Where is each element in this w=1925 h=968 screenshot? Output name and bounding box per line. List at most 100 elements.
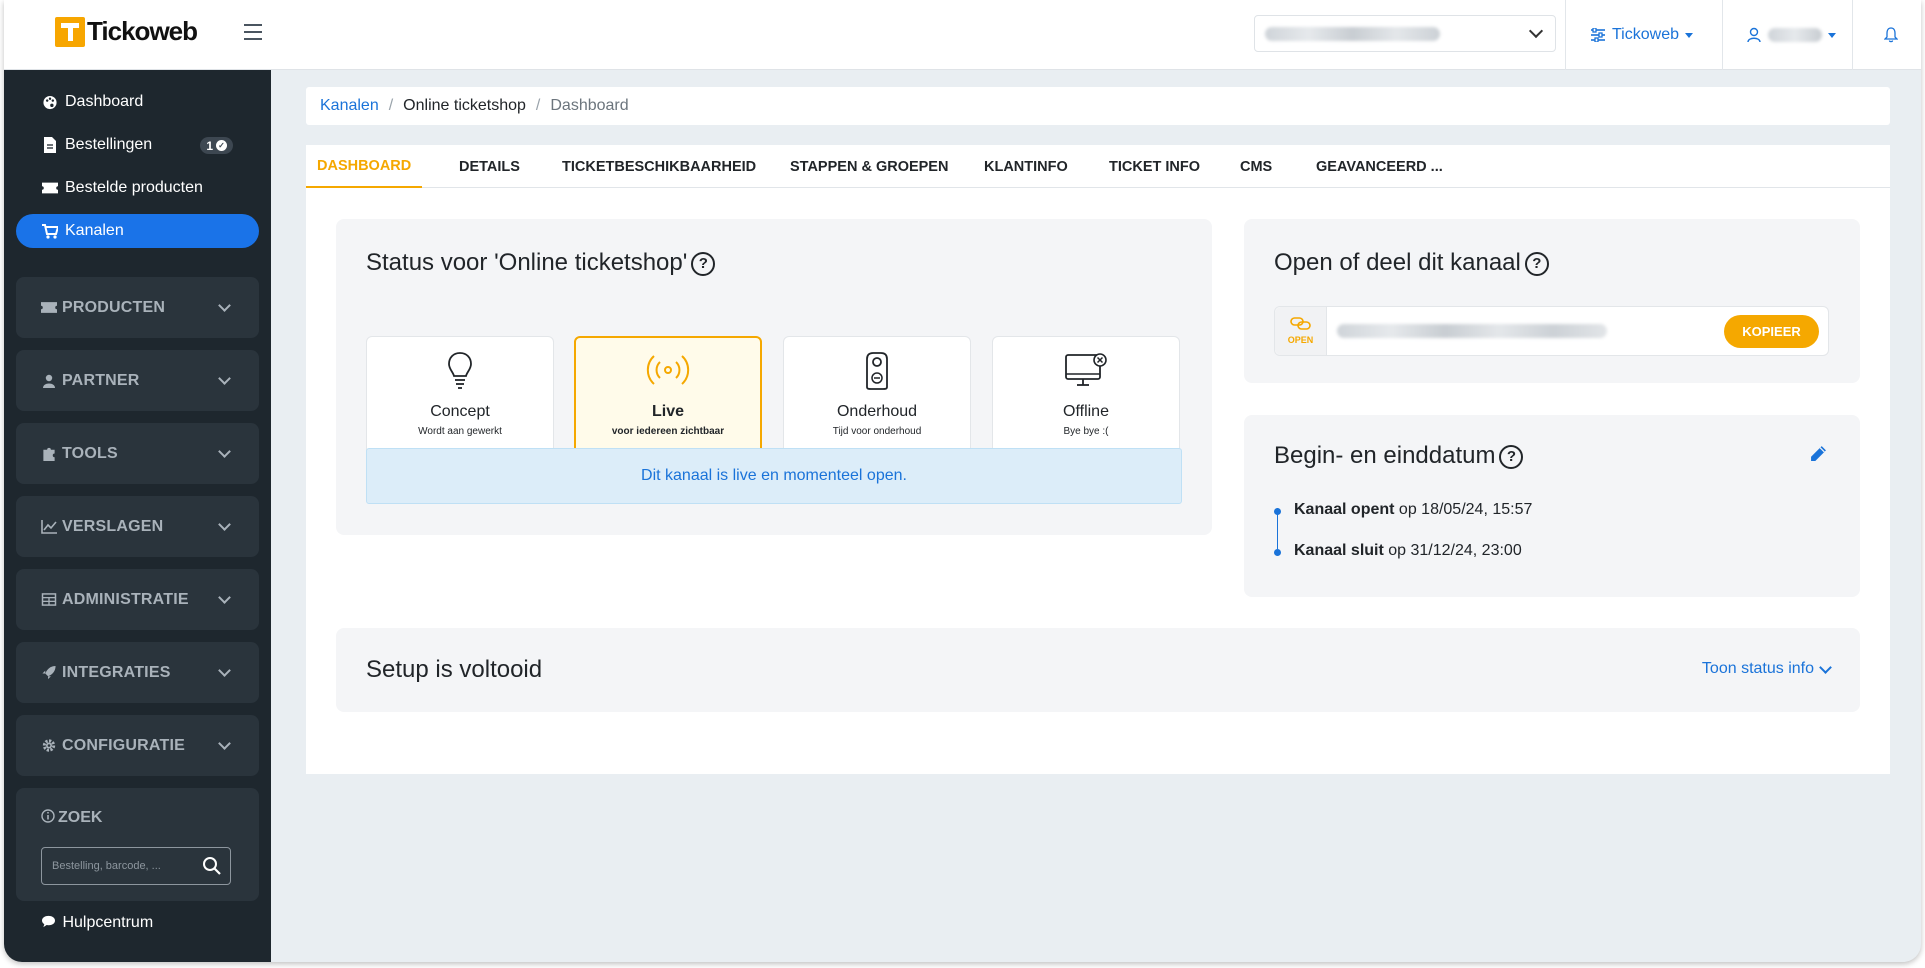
status-option-onderhoud[interactable]: Onderhoud Tijd voor onderhoud — [783, 336, 971, 457]
sidebar-item-dashboard[interactable]: Dashboard — [16, 85, 259, 119]
status-info-alert: Dit kanaal is live en momenteel open. — [366, 448, 1182, 504]
share-url-redacted — [1337, 324, 1607, 338]
tab-stappen-groepen[interactable]: STAPPEN & GROEPEN — [790, 145, 948, 188]
open-link-button[interactable]: OPEN — [1275, 307, 1327, 355]
sidebar-group-label: ADMINISTRATIE — [62, 590, 189, 608]
tab-content: Status voor 'Online ticketshop'? Concept… — [306, 188, 1890, 774]
caret-down-icon — [1828, 32, 1836, 38]
tab-cms[interactable]: CMS — [1240, 145, 1272, 188]
help-center-link[interactable]: Hulpcentrum — [41, 914, 153, 932]
divider — [1565, 0, 1566, 70]
breadcrumb: Kanalen / Online ticketshop / Dashboard — [306, 87, 1890, 125]
pencil-icon[interactable] — [1810, 445, 1827, 462]
cart-icon — [42, 223, 58, 239]
check-icon: ✓ — [216, 140, 227, 151]
search-icon[interactable] — [202, 856, 222, 876]
bell-icon — [1884, 27, 1898, 43]
caret-down-icon — [1684, 32, 1693, 38]
show-status-info-toggle[interactable]: Toon status info — [1701, 660, 1832, 678]
comment-icon — [42, 915, 55, 928]
channel-open-date: Kanaal opent op 18/05/24, 15:57 — [1294, 501, 1533, 518]
breadcrumb-channel[interactable]: Online ticketshop — [403, 97, 526, 115]
logo-icon — [55, 16, 85, 47]
help-circle-icon[interactable]: ? — [1499, 445, 1524, 469]
broadcast-icon — [646, 355, 690, 385]
notifications-button[interactable] — [1884, 0, 1898, 70]
setup-title: Setup is voltooid — [366, 656, 543, 683]
user-tie-icon — [43, 374, 55, 388]
tab-klantinfo[interactable]: KLANTINFO — [984, 145, 1068, 188]
status-option-live[interactable]: Live voor iedereen zichtbaar — [574, 336, 762, 457]
sidebar-group-verslagen[interactable]: VERSLAGEN — [16, 496, 259, 557]
status-card: Status voor 'Online ticketshop'? Concept… — [336, 219, 1212, 535]
tab-dashboard[interactable]: DASHBOARD — [306, 145, 423, 188]
breadcrumb-current-page: Dashboard — [550, 97, 629, 114]
sidebar-group-tools[interactable]: TOOLS — [16, 423, 259, 484]
sidebar-group-label: VERSLAGEN — [62, 517, 164, 535]
copy-link-button[interactable]: KOPIEER — [1724, 315, 1819, 348]
user-name-redacted — [1768, 28, 1822, 42]
show-status-info-label: Toon status info — [1701, 660, 1814, 677]
help-circle-icon[interactable]: ? — [1524, 252, 1549, 276]
table-icon — [41, 593, 57, 606]
user-icon — [1747, 27, 1761, 43]
app-logo[interactable]: Tickoweb — [55, 16, 198, 47]
dates-title: Begin- en einddatum? — [1274, 442, 1524, 470]
sliders-icon — [1591, 28, 1605, 42]
tab-geavanceerd[interactable]: GEAVANCEERD ... — [1316, 145, 1443, 188]
status-title: Status voor 'Online ticketshop'? — [366, 249, 716, 277]
tab-ticket-info[interactable]: TICKET INFO — [1109, 145, 1200, 188]
help-circle-icon[interactable]: ? — [691, 252, 716, 276]
status-option-subtitle: voor iedereen zichtbaar — [611, 426, 725, 437]
sidebar-group-integraties[interactable]: INTEGRATIES — [16, 642, 259, 703]
user-menu[interactable] — [1746, 0, 1836, 70]
sidebar-group-configuratie[interactable]: CONFIGURATIE — [16, 715, 259, 776]
breadcrumb-kanalen[interactable]: Kanalen — [320, 97, 379, 115]
chevron-down-icon — [218, 518, 231, 531]
rocket-icon — [42, 665, 56, 680]
menu-toggle-icon[interactable] — [244, 24, 262, 40]
setup-card: Setup is voltooid Toon status info — [336, 628, 1860, 712]
event-select[interactable] — [1254, 15, 1556, 52]
status-option-title: Onderhoud — [836, 403, 918, 420]
app-window: Tickoweb Tickoweb Dashboard Bestellingen… — [4, 0, 1921, 962]
sidebar-item-label: Bestellingen — [65, 136, 153, 153]
status-option-offline[interactable]: Offline Bye bye :( — [992, 336, 1180, 457]
sidebar-group-label: INTEGRATIES — [62, 663, 171, 681]
timeline-dot — [1274, 508, 1281, 515]
chevron-down-icon — [218, 591, 231, 604]
status-option-concept[interactable]: Concept Wordt aan gewerkt — [366, 336, 554, 457]
chevron-down-icon — [218, 299, 231, 312]
link-icon — [1290, 317, 1311, 330]
sidebar-item-bestelde-producten[interactable]: Bestelde producten — [16, 171, 259, 205]
breadcrumb-separator: / — [388, 97, 394, 114]
chart-line-icon — [41, 519, 57, 534]
organisation-menu-label: Tickoweb — [1612, 26, 1679, 43]
sidebar-group-label: PARTNER — [62, 371, 140, 389]
status-option-subtitle: Bye bye :( — [1063, 426, 1109, 437]
sidebar-item-kanalen[interactable]: Kanalen — [16, 214, 259, 248]
divider — [1852, 0, 1853, 70]
sidebar-group-administratie[interactable]: ADMINISTRATIE — [16, 569, 259, 630]
tab-details[interactable]: DETAILS — [459, 145, 520, 188]
share-title: Open of deel dit kanaal? — [1274, 249, 1549, 277]
search-input[interactable] — [42, 848, 192, 884]
tab-ticketbeschikbaarheid[interactable]: TICKETBESCHIKBAARHEID — [562, 145, 756, 188]
ticket-icon — [42, 182, 58, 194]
channel-close-date: Kanaal sluit op 31/12/24, 23:00 — [1294, 542, 1522, 559]
puzzle-icon — [43, 447, 55, 461]
status-option-title: Concept — [430, 403, 490, 420]
sidebar-group-label: TOOLS — [62, 444, 118, 462]
organisation-menu[interactable]: Tickoweb — [1590, 0, 1693, 70]
share-card: Open of deel dit kanaal? OPEN KOPIEER — [1244, 219, 1860, 383]
chevron-down-icon — [218, 445, 231, 458]
sidebar-group-producten[interactable]: PRODUCTEN — [16, 277, 259, 338]
sidebar-item-bestellingen[interactable]: Bestellingen 1 ✓ — [16, 128, 259, 162]
orders-count-badge: 1 ✓ — [200, 137, 233, 154]
status-option-subtitle: Wordt aan gewerkt — [418, 426, 502, 437]
info-icon — [41, 809, 55, 823]
gear-icon — [42, 739, 56, 752]
sidebar-group-partner[interactable]: PARTNER — [16, 350, 259, 411]
monitor-off-icon — [1065, 353, 1107, 386]
ticket-icon — [41, 302, 57, 313]
